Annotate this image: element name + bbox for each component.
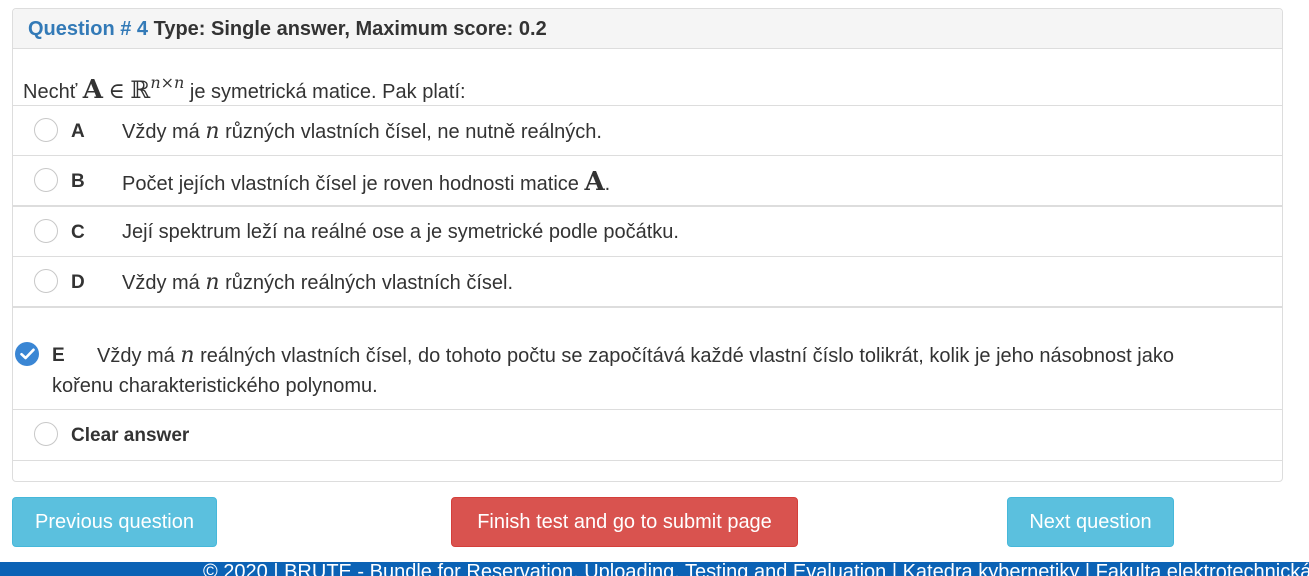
math-exponent: n×n (150, 73, 185, 92)
math-n: n (180, 343, 195, 368)
option-text: Vždy má n různých reálných vlastních čís… (122, 270, 514, 295)
radio-clear[interactable] (34, 422, 58, 446)
question-text: Nechť A ∈ ℝn×n je symetrická matice. Pak… (23, 65, 466, 110)
footer-text: © 2020 | BRUTE - Bundle for Reservation,… (203, 562, 1309, 576)
answer-option-a[interactable]: A Vždy má n různých vlastních čísel, ne … (13, 105, 1282, 156)
answer-option-e[interactable]: E Vždy má n reálných vlastních čísel, do… (13, 307, 1282, 410)
radio-d[interactable] (34, 269, 58, 293)
answer-option-c[interactable]: C Její spektrum leží na reálné ose a je … (13, 206, 1282, 257)
finish-test-button[interactable]: Finish test and go to submit page (451, 497, 798, 547)
question-number: Question # 4 (28, 18, 149, 40)
previous-question-button[interactable]: Previous question (12, 497, 217, 547)
question-prefix: Nechť (23, 81, 78, 103)
option-text: Počet jejích vlastních čísel je roven ho… (122, 167, 611, 197)
checkmark-icon (20, 348, 35, 360)
clear-answer-label: Clear answer (71, 425, 190, 446)
question-suffix: je symetrická matice. Pak platí: (189, 81, 466, 103)
radio-a[interactable] (34, 118, 58, 142)
radio-b[interactable] (34, 168, 58, 192)
footer: © 2020 | BRUTE - Bundle for Reservation,… (0, 562, 1309, 576)
option-letter: D (71, 272, 85, 293)
answer-option-d[interactable]: D Vždy má n různých reálných vlastních č… (13, 256, 1282, 307)
radio-c[interactable] (34, 219, 58, 243)
question-type: Type: Single answer, Maximum score: 0.2 (153, 18, 547, 40)
radio-e-checked[interactable] (15, 342, 39, 366)
question-header: Question # 4 Type: Single answer, Maximu… (13, 9, 1282, 49)
option-letter: B (71, 171, 85, 192)
math-n: n (205, 270, 220, 295)
math-matrix-a: A (584, 167, 605, 197)
option-text: Vždy má n různých vlastních čísel, ne nu… (122, 119, 602, 144)
clear-answer-option[interactable]: Clear answer (13, 409, 1282, 461)
math-n: n (205, 119, 220, 144)
option-text: Vždy má n reálných vlastních čísel, do t… (52, 343, 1174, 397)
math-element-of: ∈ (108, 79, 125, 104)
next-question-button[interactable]: Next question (1007, 497, 1174, 547)
question-panel: Question # 4 Type: Single answer, Maximu… (12, 8, 1283, 482)
math-real-set: ℝ (130, 76, 151, 104)
answer-option-b[interactable]: B Počet jejích vlastních čísel je roven … (13, 155, 1282, 206)
option-text: Její spektrum leží na reálné ose a je sy… (122, 221, 679, 243)
option-letter: C (71, 222, 85, 243)
math-matrix-a: A (82, 75, 103, 105)
option-letter: A (71, 121, 85, 142)
